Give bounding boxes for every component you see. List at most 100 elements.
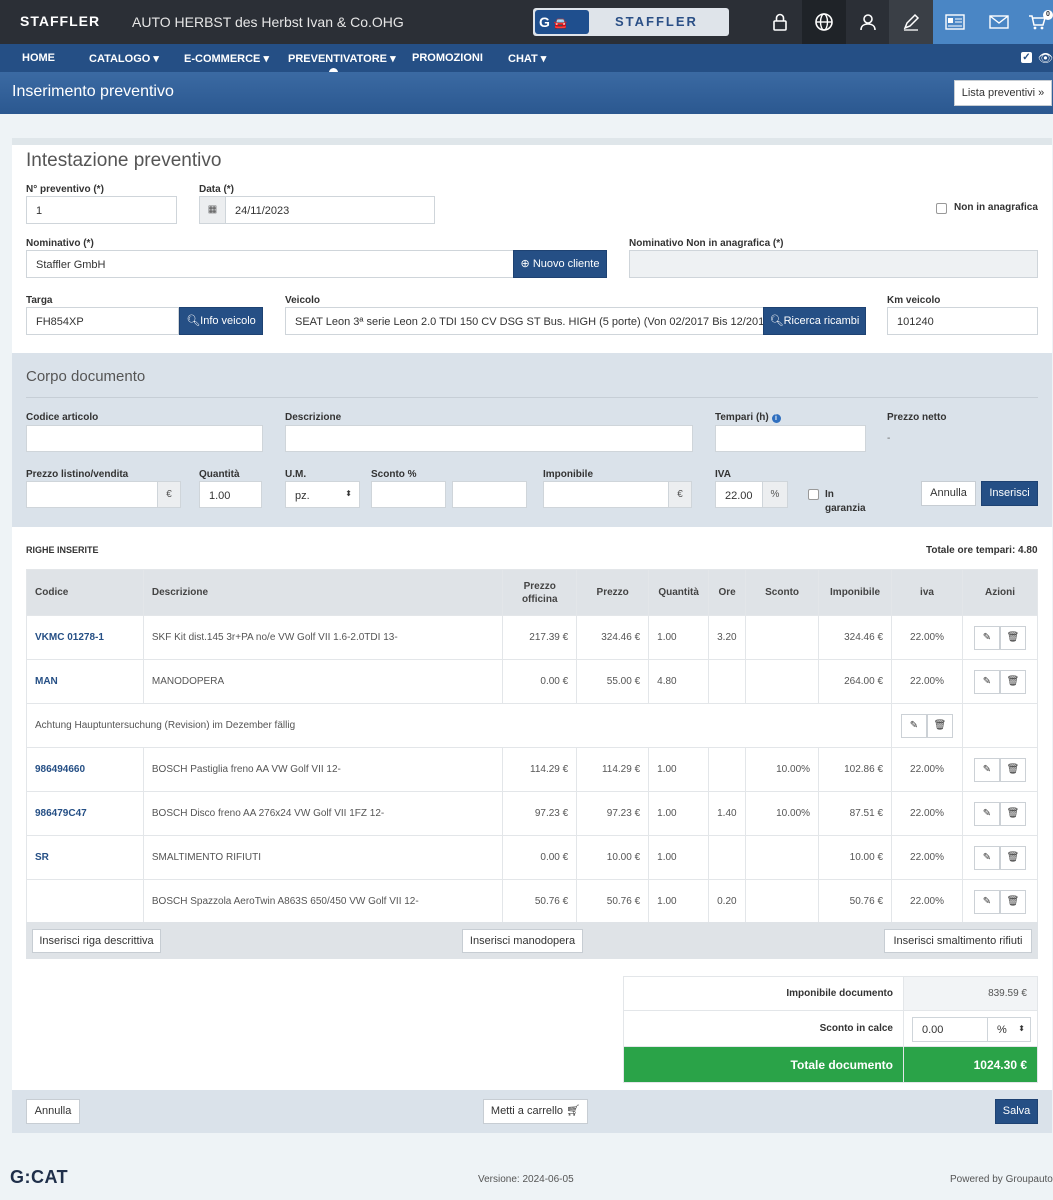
pencil-icon[interactable]: ✎ [973,889,1000,914]
cell-prezzo: 114.29 € [576,747,650,792]
salva-button[interactable]: Salva [995,1099,1038,1124]
col-codice: Codice [26,569,144,616]
cell-prezzo: 324.46 € [576,615,650,660]
cell-sconto: 10.00% [745,791,820,836]
search-icon: 🔍︎ [186,315,201,327]
trash-icon[interactable]: 🗑︎ [927,713,953,738]
cell-ore: 3.20 [708,615,747,660]
lock-icon[interactable] [758,0,802,44]
brand-name: STAFFLER [20,13,101,29]
cell-codice[interactable]: SR [26,835,144,880]
imponibile-documento-value: 839.59 € [903,976,1038,1011]
um-select[interactable]: pz. ⬍ [285,481,360,508]
pencil-icon[interactable]: ✎ [973,669,1000,694]
annulla-button[interactable]: Annulla [921,481,976,506]
righe-table: Codice Descrizione Prezzo officina Prezz… [25,569,1039,924]
non-anagrafica-checkbox[interactable] [936,203,947,214]
percent-addon: % [762,481,788,508]
trash-icon[interactable]: 🗑︎ [999,801,1026,826]
cell-iva: 22.00% [891,747,963,792]
targa-input[interactable]: FH854XP [26,307,179,335]
cell-codice[interactable]: VKMC 01278-1 [26,615,144,660]
nominativo-non-input[interactable] [629,250,1038,278]
prezzo-listino-input[interactable] [26,481,158,508]
nav-home[interactable]: HOME [22,52,55,64]
nuovo-cliente-button[interactable]: ⊕ Nuovo cliente [513,250,607,278]
iva-input[interactable]: 22.00 [715,481,763,508]
sconto1-input[interactable] [371,481,446,508]
cell-codice[interactable]: 986479C47 [26,791,144,836]
codice-articolo-input[interactable] [26,425,263,452]
user-icon[interactable] [846,0,890,44]
divider [26,397,1038,398]
main-nav: HOME CATALOGO ▾ E-COMMERCE ▾ PREVENTIVAT… [0,44,1053,77]
lista-preventivi-button[interactable]: Lista preventivi » [954,80,1052,106]
cell-quantita: 1.00 [648,615,710,660]
info-veicolo-button[interactable]: 🔍︎Info veicolo [179,307,263,335]
nav-catalogo[interactable]: CATALOGO ▾ [89,52,159,65]
nominativo-input[interactable]: Staffler GmbH [26,250,514,278]
mail-icon[interactable] [977,0,1021,44]
ricerca-ricambi-button[interactable]: 🔍︎Ricerca ricambi [763,307,866,335]
nominativo-label: Nominativo (*) [26,238,94,249]
trash-icon[interactable]: 🗑︎ [999,845,1026,870]
pencil-icon[interactable]: ✎ [973,625,1000,650]
col-prezzo-officina: Prezzo officina [502,569,578,616]
staffler-logo[interactable]: G 🚘 STAFFLER [533,8,729,36]
inserisci-smaltimento-button[interactable]: Inserisci smaltimento rifiuti [884,929,1032,953]
trash-icon[interactable]: 🗑︎ [999,625,1026,650]
nav-ecommerce[interactable]: E-COMMERCE ▾ [184,52,269,65]
sconto-calce-input[interactable]: 0.00 [912,1017,988,1042]
gcat-logo: G:CAT [10,1167,69,1187]
cell-codice[interactable]: 986494660 [26,747,144,792]
in-garanzia-checkbox[interactable] [808,489,819,500]
num-preventivo-input[interactable]: 1 [26,196,177,224]
edit-icon[interactable] [889,0,933,44]
tempari-input[interactable] [715,425,866,452]
pencil-icon[interactable]: ✎ [973,757,1000,782]
pencil-icon[interactable]: ✎ [901,713,927,738]
trash-icon[interactable]: 🗑︎ [999,669,1026,694]
cell-azioni: ✎ 🗑︎ [961,791,1039,836]
groupauto-logo: G 🚘 [535,10,589,34]
cell-codice[interactable]: MAN [26,659,144,704]
nav-chat[interactable]: CHAT ▾ [508,52,546,65]
cell-iva: 22.00% [891,791,963,836]
inserisci-riga-descrittiva-button[interactable]: Inserisci riga descrittiva [32,929,161,953]
calendar-icon[interactable]: ▦ [199,196,226,224]
quantita-label: Quantità [199,469,240,480]
info-icon[interactable]: i [771,414,781,423]
version-text: Versione: 2024-06-05 [478,1174,574,1185]
data-input[interactable]: 24/11/2023 [225,196,435,224]
col-descrizione: Descrizione [142,569,504,616]
annulla-documento-button[interactable]: Annulla [26,1099,80,1124]
cell-prezzo-officina: 97.23 € [502,791,578,836]
cell-imponibile: 10.00 € [818,835,893,880]
pencil-icon[interactable]: ✎ [973,801,1000,826]
totale-documento-value: 1024.30 € [903,1046,1038,1083]
descrizione-input[interactable] [285,425,693,452]
sconto2-input[interactable] [452,481,527,508]
inserisci-manodopera-button[interactable]: Inserisci manodopera [462,929,583,953]
metti-a-carrello-button[interactable]: Metti a carrello 🛒︎ [483,1099,588,1124]
pencil-icon[interactable]: ✎ [973,845,1000,870]
check-icon[interactable]: ✓ [1021,52,1032,63]
veicolo-input[interactable]: SEAT Leon 3ª serie Leon 2.0 TDI 150 CV D… [285,307,764,335]
cell-descrizione: BOSCH Disco freno AA 276x24 VW Golf VII … [142,791,504,836]
eye-icon[interactable]: 👁 [1038,51,1053,65]
cart-icon[interactable]: 0 [1021,0,1053,44]
cell-imponibile: 50.76 € [818,879,893,924]
quantita-input[interactable]: 1.00 [199,481,262,508]
trash-icon[interactable]: 🗑︎ [999,889,1026,914]
nav-preventivatore[interactable]: PREVENTIVATORE ▾ [288,52,396,65]
id-card-icon[interactable] [933,0,977,44]
trash-icon[interactable]: 🗑︎ [999,757,1026,782]
sconto-calce-unit-select[interactable]: % ⬍ [987,1017,1031,1042]
globe-icon[interactable] [802,0,846,44]
km-input[interactable]: 101240 [887,307,1038,335]
cell-codice[interactable] [26,879,144,924]
cell-ore [708,747,747,792]
nav-promozioni[interactable]: PROMOZIONI [412,52,483,64]
imponibile-input[interactable] [543,481,669,508]
inserisci-button[interactable]: Inserisci [981,481,1038,506]
